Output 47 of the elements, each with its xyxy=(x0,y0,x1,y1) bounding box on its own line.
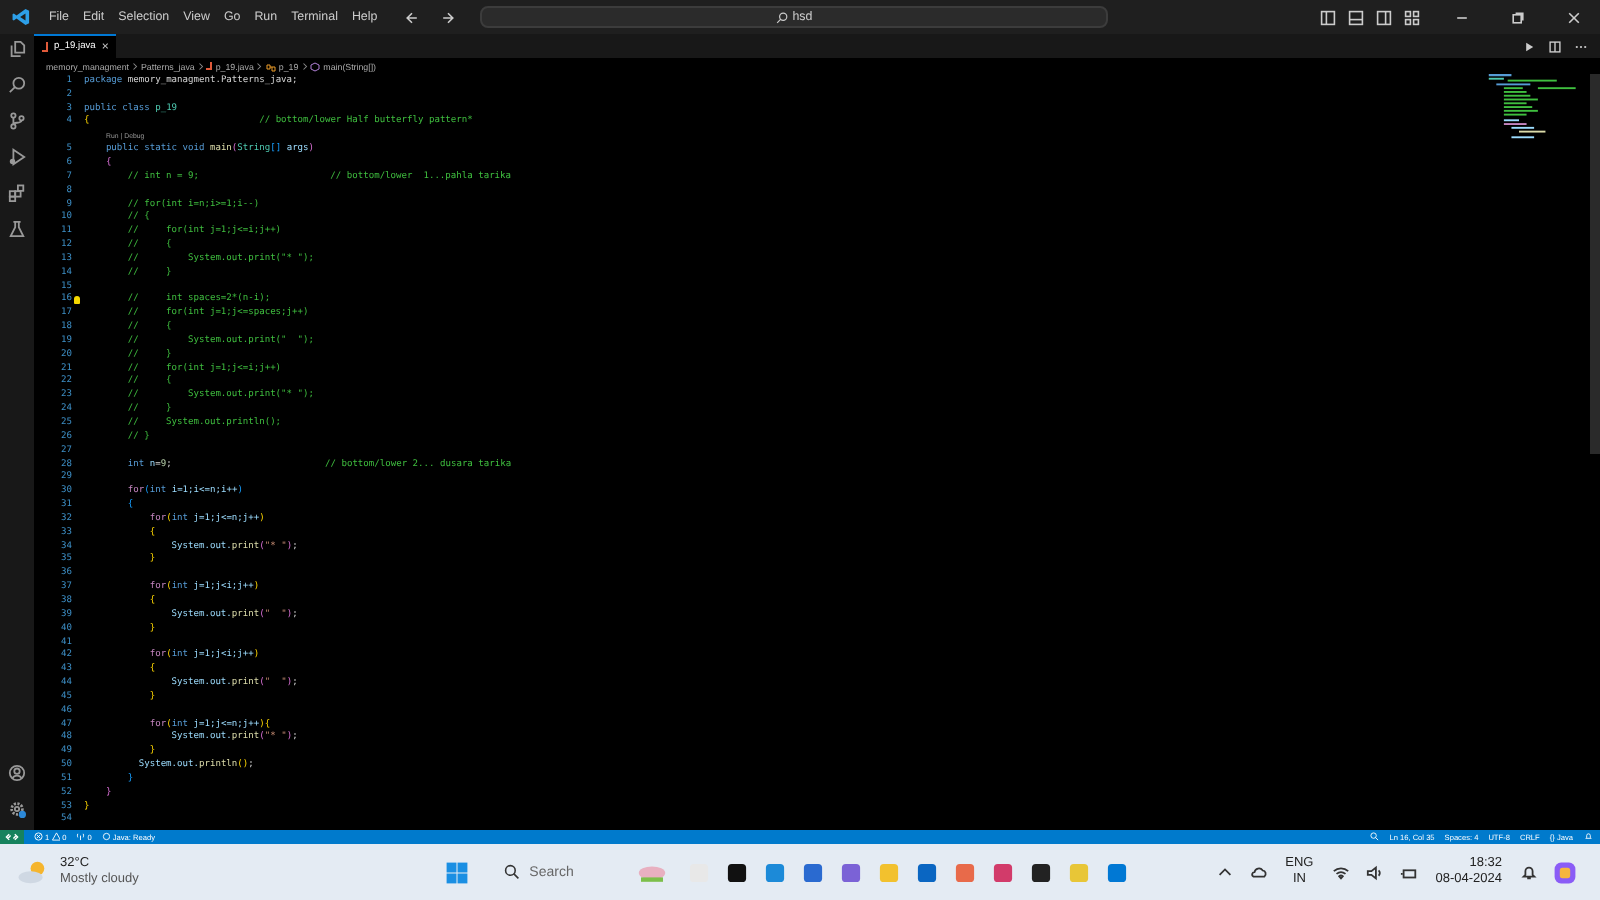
chevron-up-icon[interactable] xyxy=(1215,863,1234,881)
toggle-panel-icon[interactable] xyxy=(1348,9,1364,25)
bell-icon[interactable] xyxy=(1583,832,1592,842)
class-icon xyxy=(265,61,276,71)
wifi-icon[interactable] xyxy=(1331,863,1350,881)
run-icon[interactable] xyxy=(1522,39,1536,53)
restore-icon[interactable] xyxy=(1510,9,1526,25)
battery-icon[interactable] xyxy=(1399,863,1418,881)
settings-icon[interactable] xyxy=(8,800,26,818)
search-icon[interactable] xyxy=(8,76,26,94)
cloud-icon[interactable] xyxy=(1249,863,1268,881)
remote-icon[interactable] xyxy=(0,830,24,844)
copilot-icon[interactable] xyxy=(1552,859,1578,885)
speaker-icon[interactable] xyxy=(1365,863,1384,881)
warning-icon xyxy=(51,832,61,842)
antenna-icon xyxy=(76,832,86,842)
extensions-icon[interactable] xyxy=(8,184,26,202)
toggle-sidebar-icon[interactable] xyxy=(1320,9,1336,25)
toggle-secondary-sidebar-icon[interactable] xyxy=(1376,9,1392,25)
explorer-icon[interactable] xyxy=(8,40,26,58)
notification-bell-icon[interactable] xyxy=(1520,863,1538,881)
error-icon xyxy=(34,832,43,842)
chevron-icon xyxy=(301,61,308,71)
source-control-icon[interactable] xyxy=(8,112,26,130)
close-icon[interactable] xyxy=(1566,9,1582,25)
java-file-icon xyxy=(42,42,48,52)
account-icon[interactable] xyxy=(8,764,26,782)
chevron-icon xyxy=(197,61,204,71)
forward-arrow-icon[interactable] xyxy=(440,9,457,25)
search-icon xyxy=(776,11,789,23)
run-debug-icon[interactable] xyxy=(8,148,26,166)
flask-icon[interactable] xyxy=(8,220,26,238)
zoom-icon[interactable] xyxy=(1370,832,1380,842)
method-icon xyxy=(310,61,321,71)
vscode-logo-icon xyxy=(12,8,30,26)
customize-layout-icon[interactable] xyxy=(1404,9,1420,25)
scrollbar-thumb[interactable] xyxy=(1590,74,1600,454)
split-editor-icon[interactable] xyxy=(1548,39,1562,53)
search-icon xyxy=(503,864,520,880)
app-icon[interactable] xyxy=(1027,859,1054,885)
chevron-icon xyxy=(131,61,138,71)
app-icon[interactable] xyxy=(723,859,750,885)
back-arrow-icon[interactable] xyxy=(404,9,421,25)
java-file-icon xyxy=(206,61,213,71)
lightbulb-icon[interactable] xyxy=(74,295,80,304)
chevron-icon xyxy=(256,61,263,71)
windows-start-icon[interactable] xyxy=(443,859,470,885)
